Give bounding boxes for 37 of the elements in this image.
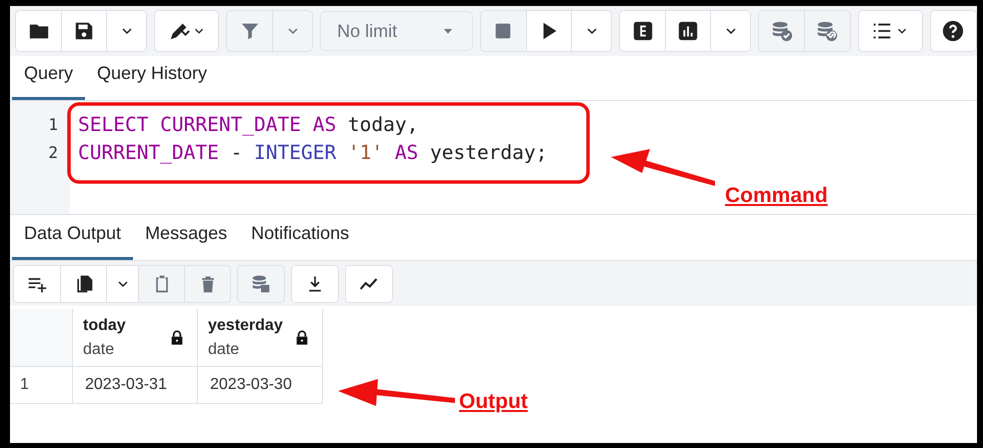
tab[interactable]: Query History — [85, 60, 220, 100]
column-type: date — [208, 340, 240, 360]
code-token: CURRENT_DATE — [160, 112, 302, 138]
bar-chart-icon — [677, 20, 700, 42]
table-cell: 2023-03-30 — [198, 367, 323, 404]
database-check-icon — [770, 20, 793, 42]
code-token: today, — [348, 112, 418, 138]
database-save-icon — [251, 274, 271, 294]
line-number: 1 — [47, 114, 59, 136]
column-name: yesterday — [208, 316, 283, 336]
column-name: today — [83, 316, 126, 336]
code-token: yesterday; — [430, 140, 548, 166]
code-token: AS — [312, 112, 336, 138]
help-icon — [942, 20, 964, 42]
database-undo-icon — [816, 20, 838, 42]
row-number: 1 — [10, 367, 73, 404]
analyze-button[interactable] — [665, 11, 710, 51]
folder-button[interactable] — [16, 11, 62, 51]
explain-button[interactable] — [620, 11, 666, 51]
copy-button[interactable] — [60, 266, 106, 302]
output-label: Output — [459, 391, 528, 412]
command-label: Command — [725, 185, 828, 206]
tab[interactable]: Messages — [133, 220, 240, 260]
save-button[interactable] — [61, 11, 106, 51]
code-token: - — [230, 140, 242, 166]
code-token: '1' — [348, 140, 384, 166]
code-token: SELECT — [78, 112, 148, 138]
code-token: CURRENT_DATE — [78, 140, 219, 166]
add-row-button[interactable] — [14, 266, 60, 302]
code-token: INTEGER — [254, 140, 336, 166]
play-button[interactable] — [526, 11, 572, 51]
tab[interactable]: Notifications — [239, 220, 362, 260]
column-type: date — [83, 340, 116, 360]
explain-icon — [632, 20, 654, 42]
code-token: AS — [394, 140, 418, 166]
table-cell: 2023-03-31 — [73, 367, 198, 404]
line-number: 2 — [47, 142, 59, 164]
